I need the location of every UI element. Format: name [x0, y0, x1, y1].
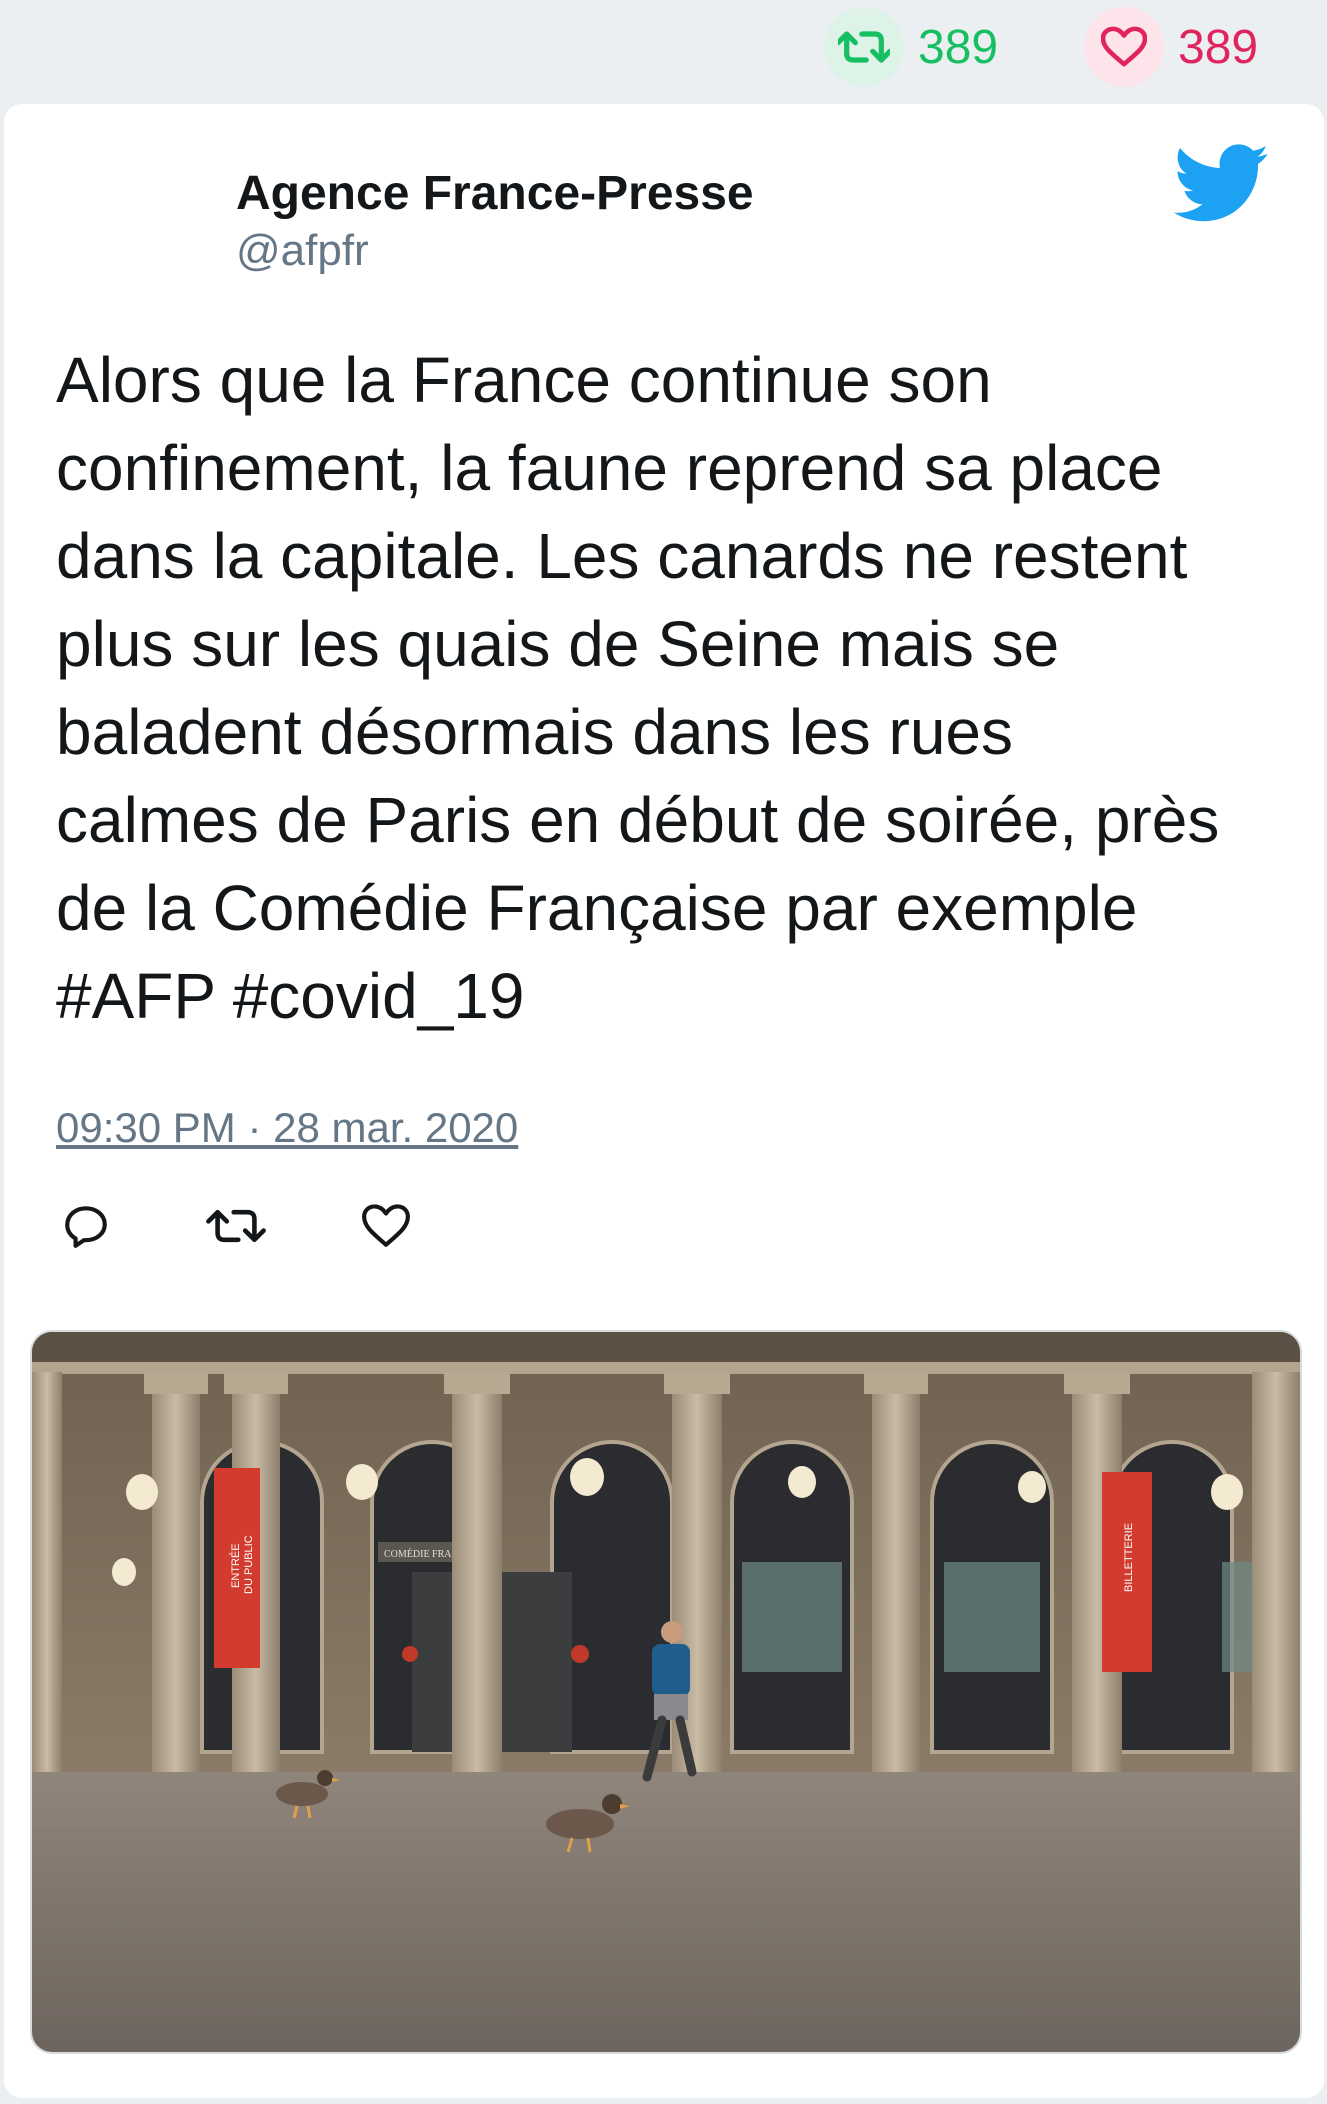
- tweet-timestamp[interactable]: 09:30 PM · 28 mar. 2020: [56, 1104, 518, 1152]
- tweet-text-line: Alors que la France continue son: [56, 344, 992, 416]
- media-scene: COMÉDIE FRA ENTRÉE DU PUBLIC BILLETTERIE: [32, 1332, 1300, 2052]
- like-count: 389: [1178, 20, 1259, 74]
- tweet-text-line: baladent désormais dans les rues: [56, 696, 1013, 768]
- retweet-stat-icon: [824, 7, 904, 87]
- retweet-button[interactable]: [206, 1196, 266, 1256]
- banner-billetterie-text: BILLETTERIE: [1123, 1523, 1135, 1592]
- tweet-text-line: de la Comédie Française par exemple: [56, 872, 1138, 944]
- tweet-media-photo[interactable]: COMÉDIE FRA ENTRÉE DU PUBLIC BILLETTERIE: [30, 1330, 1302, 2054]
- heart-icon: [362, 1204, 410, 1247]
- like-stat-icon: [1084, 7, 1164, 87]
- retweet-count: 389: [918, 20, 999, 74]
- author-name[interactable]: Agence France-Presse: [236, 166, 754, 221]
- retweet-stat[interactable]: 389: [824, 7, 999, 87]
- reply-icon: [65, 1206, 107, 1248]
- tweet-hashtags[interactable]: #AFP #covid_19: [56, 952, 1276, 1040]
- retweet-icon: [206, 1209, 266, 1243]
- tweet-card: Agence France-Presse @afpfr Alors que la…: [4, 104, 1324, 2098]
- like-stat[interactable]: 389: [1084, 7, 1259, 87]
- reply-button[interactable]: [56, 1196, 116, 1256]
- tweet-text-line: confinement, la faune reprend sa place: [56, 432, 1163, 504]
- engagement-stats: 389 389: [0, 0, 1327, 96]
- banner-entree-line2: DU PUBLIC: [243, 1535, 255, 1594]
- tweet-text: Alors que la France continue son confine…: [56, 336, 1276, 1040]
- author-handle[interactable]: @afpfr: [236, 226, 369, 276]
- twitter-bird-icon[interactable]: [1173, 144, 1270, 224]
- tweet-text-line: dans la capitale. Les canards ne restent: [56, 520, 1188, 592]
- banner-entree-line1: ENTRÉE: [229, 1543, 242, 1588]
- tweet-text-line: calmes de Paris en début de soirée, près: [56, 784, 1220, 856]
- banner-billetterie: BILLETTERIE: [1102, 1472, 1152, 1672]
- banner-entree-public: ENTRÉE DU PUBLIC: [214, 1468, 260, 1668]
- theatre-sign-text: COMÉDIE FRA: [384, 1548, 452, 1560]
- like-button[interactable]: [356, 1196, 416, 1256]
- tweet-text-line: plus sur les quais de Seine mais se: [56, 608, 1060, 680]
